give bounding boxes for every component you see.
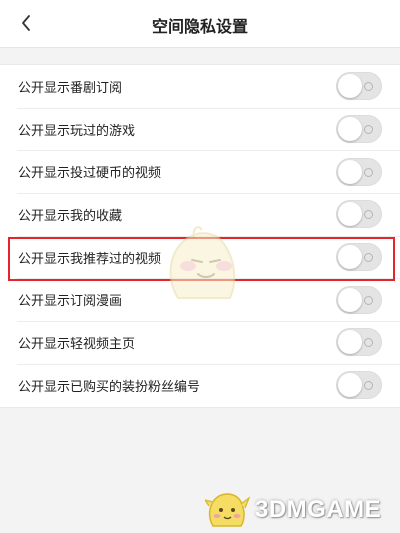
- toggle-knob: [338, 287, 362, 312]
- toggle-knob: [338, 330, 362, 355]
- setting-label: 公开显示轻视频主页: [18, 336, 136, 352]
- setting-row-fan-number: 公开显示已购买的装扮粉丝编号: [0, 363, 400, 407]
- setting-row-bangumi: 公开显示番剧订阅: [0, 65, 400, 108]
- setting-row-games: 公开显示玩过的游戏: [0, 107, 400, 151]
- watermark: 3DMGAME: [205, 490, 381, 530]
- setting-label: 公开显示玩过的游戏: [18, 123, 136, 139]
- toggle-knob: [338, 202, 362, 227]
- setting-label: 公开显示订阅漫画: [18, 294, 123, 310]
- toggle-off-indicator: [364, 295, 373, 305]
- setting-label: 公开显示我的收藏: [18, 208, 123, 224]
- toggle-switch[interactable]: [336, 328, 382, 357]
- toggle-off-indicator: [364, 125, 373, 135]
- toggle-switch[interactable]: [336, 157, 382, 186]
- toggle-switch[interactable]: [336, 115, 382, 144]
- setting-label: 公开显示番剧订阅: [18, 80, 123, 96]
- page-title: 空间隐私设置: [151, 17, 248, 36]
- toggle-off-indicator: [364, 253, 373, 263]
- toggle-switch[interactable]: [336, 72, 382, 101]
- toggle-off-indicator: [364, 338, 373, 348]
- toggle-switch[interactable]: [336, 285, 382, 314]
- setting-label: 公开显示已购买的装扮粉丝编号: [18, 379, 201, 395]
- watermark-text: 3DMGAME: [255, 496, 382, 523]
- top-nav-bar: 空间隐私设置: [0, 0, 400, 48]
- toggle-knob: [338, 245, 362, 270]
- toggle-off-indicator: [364, 82, 373, 92]
- toggle-knob: [338, 117, 362, 142]
- mascot-watermark-icon: [169, 226, 236, 299]
- toggle-off-indicator: [364, 167, 373, 177]
- toggle-knob: [338, 74, 362, 99]
- toggle-switch[interactable]: [336, 371, 382, 400]
- toggle-off-indicator: [364, 381, 373, 391]
- mascot-logo-icon: [205, 493, 251, 527]
- setting-label: 公开显示我推荐过的视频: [18, 251, 162, 267]
- setting-row-coins: 公开显示投过硬币的视频: [0, 150, 400, 193]
- toggle-switch[interactable]: [336, 243, 382, 272]
- toggle-knob: [338, 159, 362, 184]
- toggle-switch[interactable]: [336, 200, 382, 229]
- toggle-off-indicator: [364, 210, 373, 220]
- setting-label: 公开显示投过硬币的视频: [18, 166, 162, 182]
- toggle-knob: [338, 373, 362, 398]
- setting-row-light-video: 公开显示轻视频主页: [0, 321, 400, 364]
